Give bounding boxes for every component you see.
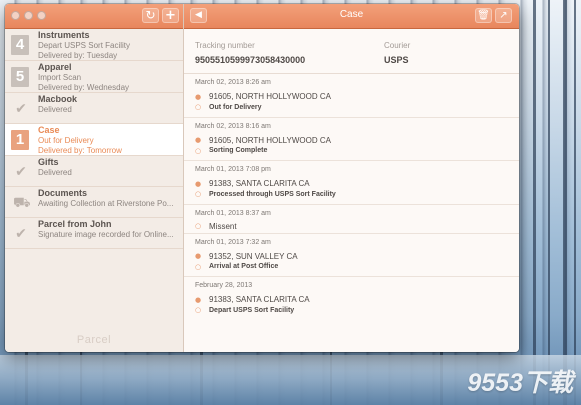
tracking-event-list: March 02, 2013 8:26 am ● 91605, NORTH HOL… [184, 74, 519, 321]
package-item-instruments[interactable]: 4 Instruments Depart USPS Sort Facility … [5, 29, 183, 61]
event-status: Arrival at Post Office [209, 263, 279, 270]
truck-icon: ⛟ [13, 195, 31, 211]
refresh-icon: ↻ [145, 8, 156, 22]
event-date: March 02, 2013 8:16 am [195, 122, 271, 130]
location-pin-icon: ● [195, 136, 202, 145]
package-name: Case [38, 125, 60, 135]
package-eta: Delivered by: Wednesday [38, 83, 130, 92]
package-item-apparel[interactable]: 5 Apparel Import Scan Delivered by: Wedn… [5, 61, 183, 93]
package-name: Parcel from John [38, 219, 112, 229]
site-watermark: 9553下载 [467, 369, 573, 397]
status-circle-icon: ○ [195, 306, 202, 314]
detail-toolbar: ◀ Case 🗑 ↗ [184, 4, 519, 29]
tracking-number-label: Tracking number [195, 41, 255, 50]
status-circle-icon: ○ [195, 222, 202, 231]
window-controls [11, 11, 46, 20]
event-date: March 01, 2013 8:37 am [195, 209, 271, 217]
courier-label: Courier [384, 41, 411, 50]
delete-button[interactable]: 🗑 [475, 8, 492, 23]
app-name-footer: Parcel [76, 334, 112, 346]
status-circle-icon: ○ [195, 190, 202, 198]
package-status: Depart USPS Sort Facility [38, 41, 131, 50]
event-location: 91383, SANTA CLARITA CA [209, 179, 310, 189]
check-icon: ✔ [15, 164, 27, 180]
package-name: Gifts [38, 157, 59, 167]
tracking-event: March 01, 2013 8:37 am ○ Missent [184, 205, 519, 234]
event-location: 91352, SUN VALLEY CA [209, 251, 298, 261]
location-pin-icon: ● [195, 252, 202, 261]
event-date: February 28, 2013 [195, 282, 253, 289]
event-status: Sorting Complete [209, 147, 268, 154]
days-badge: 4 [11, 35, 29, 55]
status-circle-icon: ○ [195, 103, 202, 111]
package-item-parcel-from-john[interactable]: ✔ Parcel from John Signature image recor… [5, 218, 183, 249]
package-eta: Delivered by: Tomorrow [38, 146, 122, 155]
package-item-macbook[interactable]: ✔ Macbook Delivered [5, 93, 183, 124]
event-date: March 02, 2013 8:26 am [195, 79, 271, 86]
days-badge: 1 [11, 130, 29, 150]
location-pin-icon: ● [195, 92, 202, 101]
package-list: 4 Instruments Depart USPS Sort Facility … [5, 29, 183, 249]
event-date: March 01, 2013 7:08 pm [195, 166, 271, 173]
package-item-gifts[interactable]: ✔ Gifts Delivered [5, 156, 183, 187]
tracking-event: March 01, 2013 7:08 pm ● 91383, SANTA CLA… [184, 161, 519, 205]
refresh-button[interactable]: ↻ [142, 8, 159, 23]
check-icon: ✔ [15, 101, 27, 117]
event-status: Out for Delivery [209, 103, 262, 111]
package-name: Documents [38, 188, 88, 198]
location-pin-icon: ● [195, 295, 202, 304]
event-location: 91383, SANTA CLARITA CA [209, 295, 310, 305]
tracking-number-value[interactable]: 9505510599973058430000 [195, 55, 305, 65]
zoom-window-button[interactable] [37, 11, 46, 20]
tracking-event: February 28, 2013 ● 91383, SANTA CLARITA … [184, 277, 519, 321]
package-status: Signature image recorded for Online... [38, 230, 174, 239]
package-name: Apparel [38, 62, 72, 72]
package-sidebar: ↻ + 4 Instruments Depart USPS Sort Facil… [5, 4, 184, 352]
status-circle-icon: ○ [195, 262, 202, 271]
plus-icon: + [165, 8, 176, 23]
event-location: 91605, NORTH HOLLYWOOD CA [209, 135, 331, 145]
trash-icon: 🗑 [477, 10, 490, 21]
event-status: Depart USPS Sort Facility [209, 306, 295, 314]
days-badge: 5 [11, 67, 29, 87]
event-location: 91605, NORTH HOLLYWOOD CA [209, 92, 331, 102]
event-status: Processed through USPS Sort Facility [209, 190, 336, 198]
tracking-event: March 02, 2013 8:26 am ● 91605, NORTH HOL… [184, 74, 519, 118]
package-item-documents[interactable]: ⛟ Documents Awaiting Collection at River… [5, 187, 183, 218]
check-icon: ✔ [15, 226, 27, 242]
tracking-event: March 02, 2013 8:16 am ● 91605, NORTH HOL… [184, 118, 519, 161]
event-status: Missent [209, 221, 237, 231]
app-window: ↻ + 4 Instruments Depart USPS Sort Facil… [5, 4, 519, 352]
package-status: Delivered [38, 168, 72, 177]
package-status: Import Scan [38, 73, 82, 82]
location-pin-icon: ● [195, 179, 202, 188]
minimize-window-button[interactable] [24, 11, 33, 20]
sidebar-toolbar: ↻ + [5, 4, 183, 29]
close-window-button[interactable] [11, 11, 20, 20]
package-name: Instruments [38, 30, 90, 40]
package-name: Macbook [38, 94, 78, 104]
tracking-event: March 01, 2013 7:32 am ● 91352, SUN VALLE… [184, 234, 519, 277]
package-title: Case [339, 9, 364, 20]
package-detail-pane: ◀ Case 🗑 ↗ Tracking number 9505510599973… [184, 4, 519, 352]
package-status: Awaiting Collection at Riverstone Po... [38, 199, 174, 208]
package-status: Out for Delivery [38, 136, 94, 145]
tracking-header: Tracking number 9505510599973058430000 C… [184, 29, 519, 74]
share-button[interactable]: ↗ [495, 8, 512, 23]
package-item-case[interactable]: 1 Case Out for Delivery Delivered by: To… [5, 124, 183, 156]
status-circle-icon: ○ [195, 146, 202, 155]
package-status: Delivered [38, 105, 72, 114]
add-package-button[interactable]: + [162, 8, 179, 23]
courier-value: USPS [384, 55, 409, 65]
package-eta: Delivered by: Tuesday [38, 51, 118, 60]
share-icon: ↗ [499, 10, 508, 21]
event-date: March 01, 2013 7:32 am [195, 238, 271, 246]
